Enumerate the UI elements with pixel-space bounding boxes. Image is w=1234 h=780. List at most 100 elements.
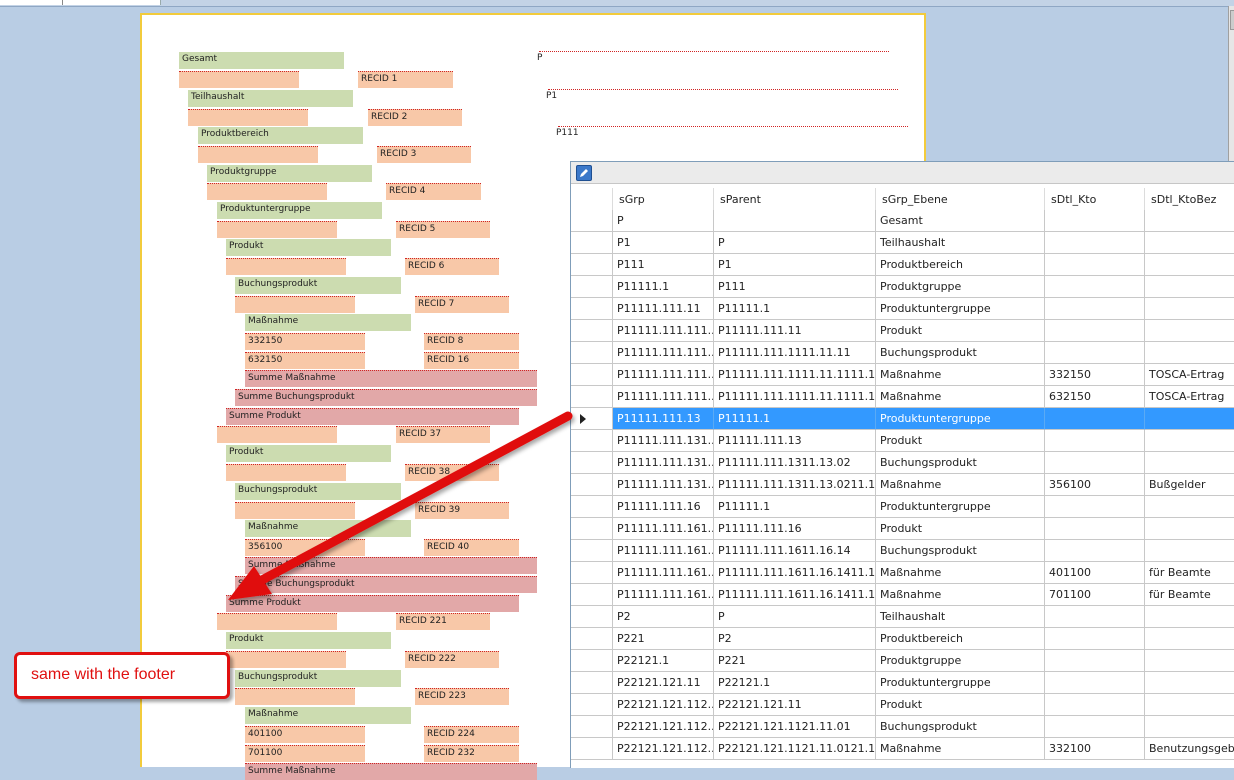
grid-cell[interactable]: P11111.111.16 [613,496,714,518]
row-selector[interactable] [571,210,613,232]
column-header-sparent[interactable]: sParent [714,188,876,210]
detail-band[interactable]: 356100 [245,539,365,556]
grid-cell[interactable]: P2 [714,628,876,650]
table-row[interactable]: P22121.121.112... P22121.121.1121.11.0121… [571,738,1234,760]
detail-band[interactable] [188,109,308,126]
grid-cell[interactable]: P22121.1 [714,672,876,694]
grid-cell[interactable]: 701100 [1045,584,1145,606]
grid-cell[interactable]: 401100 [1045,562,1145,584]
grid-cell[interactable]: P [613,210,714,232]
grid-cell[interactable] [1145,430,1234,452]
grid-cell[interactable]: TOSCA-Ertrag [1145,364,1234,386]
grid-cell[interactable] [1145,276,1234,298]
grid-cell[interactable] [1045,210,1145,232]
grid-cell[interactable]: Produktuntergruppe [876,672,1045,694]
grid-cell[interactable]: P11111.111.1611.16.14 [714,540,876,562]
grid-cell[interactable]: P11111.111.13 [714,430,876,452]
grid-cell[interactable] [1145,452,1234,474]
table-row[interactable]: P11111.111.111... P11111.111.1111.11.11 Bu… [571,342,1234,364]
grid-cell[interactable] [1045,694,1145,716]
detail-band[interactable]: 701100 [245,745,365,762]
grid-cell[interactable] [1145,408,1234,430]
table-row[interactable]: P11111.111.131... P11111.111.1311.13.02 Bu… [571,452,1234,474]
grid-cell[interactable] [1045,320,1145,342]
grid-cell[interactable]: P11111.111.131... [613,430,714,452]
detail-band[interactable]: RECID 3 [377,146,471,163]
grid-cell[interactable]: Produktgruppe [876,276,1045,298]
column-header-sgrp-ebene[interactable]: sGrp_Ebene [876,188,1045,210]
table-row[interactable]: P11111.111.131... P11111.111.13 Produkt [571,430,1234,452]
row-selector[interactable] [571,496,613,518]
detail-band[interactable]: 332150 [245,333,365,350]
grid-cell[interactable] [1045,232,1145,254]
table-row[interactable]: P22121.121.112... P22121.121.1121.11.01 Bu… [571,716,1234,738]
grid-cell[interactable] [1145,496,1234,518]
grid-cell[interactable] [1145,298,1234,320]
grid-cell[interactable]: P1 [613,232,714,254]
grid-cell[interactable] [1045,276,1145,298]
grid-cell[interactable] [1145,254,1234,276]
group-header-band[interactable]: Maßnahme [245,314,411,331]
group-header-band[interactable]: Produktgruppe [207,165,372,182]
grid-cell[interactable] [1045,298,1145,320]
document-tab[interactable] [0,0,161,5]
table-row[interactable]: P11111.111.161... P11111.111.1611.16.1411… [571,562,1234,584]
grid-cell[interactable]: P11111.111.11 [613,298,714,320]
grid-cell[interactable] [1145,232,1234,254]
row-selector[interactable] [571,342,613,364]
edit-icon[interactable] [576,165,592,181]
row-selector[interactable] [571,738,613,760]
grid-cell[interactable] [1045,254,1145,276]
column-header-sgrp[interactable]: sGrp [613,188,714,210]
grid-cell[interactable]: Maßnahme [876,386,1045,408]
row-selector[interactable] [571,672,613,694]
grid-cell[interactable] [714,210,876,232]
detail-band[interactable]: RECID 7 [415,296,509,313]
grid-cell[interactable]: P11111.111.1311.13.02 [714,452,876,474]
table-row[interactable]: P11111.111.16 P11111.1 Produktuntergruppe [571,496,1234,518]
grid-cell[interactable] [1045,452,1145,474]
grid-cell[interactable]: P22121.121.11 [613,672,714,694]
detail-band[interactable]: RECID 232 [424,745,519,762]
grid-cell[interactable]: P11111.1 [714,496,876,518]
grid-cell[interactable]: Produktuntergruppe [876,298,1045,320]
grid-cell[interactable] [1145,650,1234,672]
grid-cell[interactable]: P11111.111.1611.16.1411.16.... [714,584,876,606]
table-row[interactable]: P11111.111.111... P11111.111.11 Produkt [571,320,1234,342]
grid-cell[interactable]: P11111.111.111... [613,364,714,386]
grid-cell[interactable]: Gesamt [876,210,1045,232]
grid-cell[interactable]: P11111.111.111... [613,342,714,364]
grid-cell[interactable]: P22121.121.1121.11.0121.11.... [714,738,876,760]
row-selector[interactable] [571,606,613,628]
row-selector[interactable] [571,254,613,276]
group-header-band[interactable]: Buchungsprodukt [235,670,401,687]
table-row[interactable]: P11111.111.161... P11111.111.1611.16.14 Bu… [571,540,1234,562]
grid-cell[interactable]: Teilhaushalt [876,606,1045,628]
row-selector[interactable] [571,430,613,452]
detail-band[interactable] [217,613,337,630]
table-row[interactable]: P22121.121.112... P22121.121.11 Produkt [571,694,1234,716]
grid-cell[interactable] [1145,716,1234,738]
grid-cell[interactable] [1145,210,1234,232]
group-header-band[interactable]: Produkt [226,445,391,462]
grid-cell[interactable]: Buchungsprodukt [876,452,1045,474]
grid-cell[interactable] [1045,650,1145,672]
detail-band[interactable]: RECID 4 [386,183,481,200]
grid-cell[interactable]: P22121.121.112... [613,694,714,716]
table-row[interactable]: P1 P Teilhaushalt [571,232,1234,254]
group-header-band[interactable]: Gesamt [179,52,344,69]
grid-cell[interactable]: P11111.1 [613,276,714,298]
row-header-corner[interactable] [571,188,613,210]
grid-cell[interactable]: P11111.111.161... [613,584,714,606]
grid-cell[interactable] [1145,342,1234,364]
table-row[interactable]: P111 P1 Produktbereich [571,254,1234,276]
grid-cell[interactable] [1045,628,1145,650]
grid-cell[interactable]: P11111.1 [714,298,876,320]
grid-cell[interactable]: Maßnahme [876,738,1045,760]
detail-band[interactable] [235,688,355,705]
table-row[interactable]: P221 P2 Produktbereich [571,628,1234,650]
row-selector[interactable] [571,364,613,386]
grid-cell[interactable] [1145,672,1234,694]
table-row[interactable]: P22121.1 P221 Produktgruppe [571,650,1234,672]
group-footer-band[interactable]: Summe Produkt [226,408,519,425]
